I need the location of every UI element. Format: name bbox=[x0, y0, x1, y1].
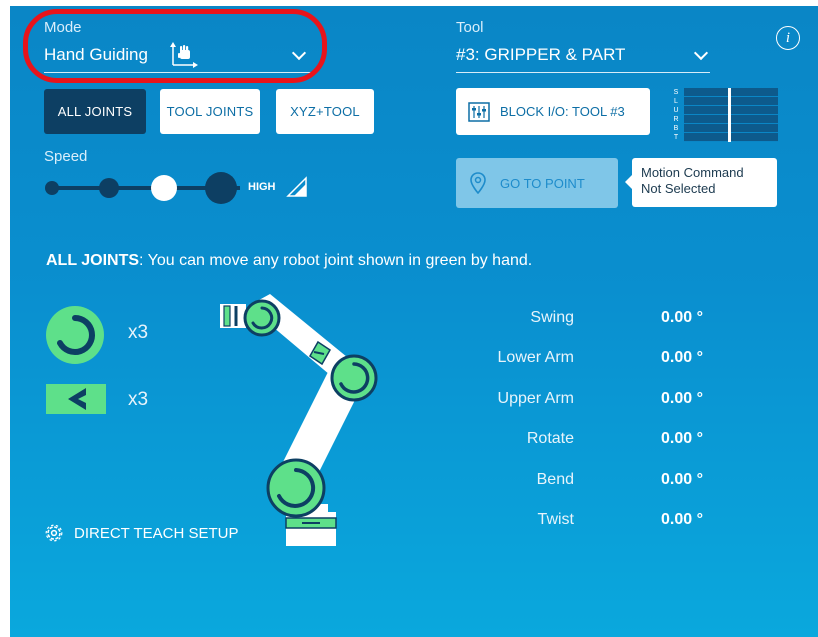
speed-label: Speed bbox=[44, 148, 88, 165]
location-pin-icon bbox=[470, 172, 486, 194]
go-to-point-label: GO TO POINT bbox=[500, 175, 585, 191]
block-io-button[interactable]: BLOCK I/O: TOOL #3 bbox=[456, 88, 650, 135]
speed-step-2[interactable] bbox=[99, 178, 119, 198]
speed-step-3-selected[interactable] bbox=[151, 175, 177, 201]
tooltip-arrow bbox=[625, 175, 632, 189]
hand-guiding-panel: Mode Hand Guiding Tool #3: GRIPPER & PAR… bbox=[10, 6, 818, 637]
io-row-letters: S L U R B T bbox=[673, 89, 679, 141]
linear-joint-icon bbox=[46, 384, 106, 414]
joint-value-rotate: 0.00 ° bbox=[661, 430, 703, 447]
joint-value-swing: 0.00 ° bbox=[661, 309, 703, 326]
chevron-down-icon bbox=[693, 45, 709, 61]
highlight-annotation bbox=[23, 9, 327, 83]
go-to-point-button[interactable]: GO TO POINT bbox=[456, 158, 618, 208]
tool-label: Tool bbox=[456, 19, 484, 36]
linear-joint-count: x3 bbox=[128, 389, 149, 410]
speed-ramp-icon bbox=[286, 176, 307, 197]
tab-xyz-tool[interactable]: XYZ+TOOL bbox=[276, 89, 374, 134]
joint-label-swing: Swing bbox=[530, 309, 574, 326]
joint-label-upper-arm: Upper Arm bbox=[497, 390, 574, 407]
tool-underline bbox=[456, 72, 710, 73]
joint-label-lower-arm: Lower Arm bbox=[497, 349, 574, 366]
description-text: : You can move any robot joint shown in … bbox=[139, 252, 533, 269]
speed-slider[interactable]: HIGH bbox=[42, 170, 312, 206]
gear-icon bbox=[45, 524, 63, 542]
tooltip-line-1: Motion Command bbox=[641, 165, 744, 180]
io-status-grid: S L U R B T bbox=[672, 88, 778, 142]
joint-value-upper-arm: 0.00 ° bbox=[661, 390, 703, 407]
block-io-label: BLOCK I/O: TOOL #3 bbox=[500, 104, 625, 119]
motion-command-tooltip: Motion Command Not Selected bbox=[625, 158, 777, 207]
direct-teach-setup-button[interactable]: DIRECT TEACH SETUP bbox=[44, 523, 238, 543]
joint-label-rotate: Rotate bbox=[526, 430, 574, 447]
robot-arm-illustration bbox=[220, 294, 378, 546]
speed-step-1[interactable] bbox=[45, 181, 59, 195]
tooltip-line-2: Not Selected bbox=[641, 181, 716, 196]
tab-all-joints[interactable]: ALL JOINTS bbox=[44, 89, 146, 134]
direct-teach-label: DIRECT TEACH SETUP bbox=[74, 524, 239, 542]
tab-tool-joints[interactable]: TOOL JOINTS bbox=[160, 89, 260, 134]
tool-dropdown[interactable]: #3: GRIPPER & PART bbox=[456, 42, 710, 72]
joint-label-bend: Bend bbox=[536, 471, 574, 488]
io-bars bbox=[684, 88, 778, 142]
joint-value-lower-arm: 0.00 ° bbox=[661, 349, 703, 366]
joint-value-twist: 0.00 ° bbox=[661, 511, 703, 528]
rotary-joint-count: x3 bbox=[128, 322, 149, 343]
speed-step-4[interactable] bbox=[205, 172, 237, 204]
mode-description: ALL JOINTS: You can move any robot joint… bbox=[46, 252, 532, 270]
joint-label-twist: Twist bbox=[537, 511, 574, 528]
rotary-joint-icon bbox=[46, 306, 104, 364]
tool-value: #3: GRIPPER & PART bbox=[456, 45, 626, 64]
io-position-marker bbox=[728, 88, 731, 142]
info-icon[interactable]: i bbox=[776, 26, 800, 50]
joint-value-bend: 0.00 ° bbox=[661, 471, 703, 488]
description-title: ALL JOINTS bbox=[46, 252, 140, 269]
io-settings-icon bbox=[468, 101, 490, 122]
speed-level-label: HIGH bbox=[248, 181, 276, 193]
